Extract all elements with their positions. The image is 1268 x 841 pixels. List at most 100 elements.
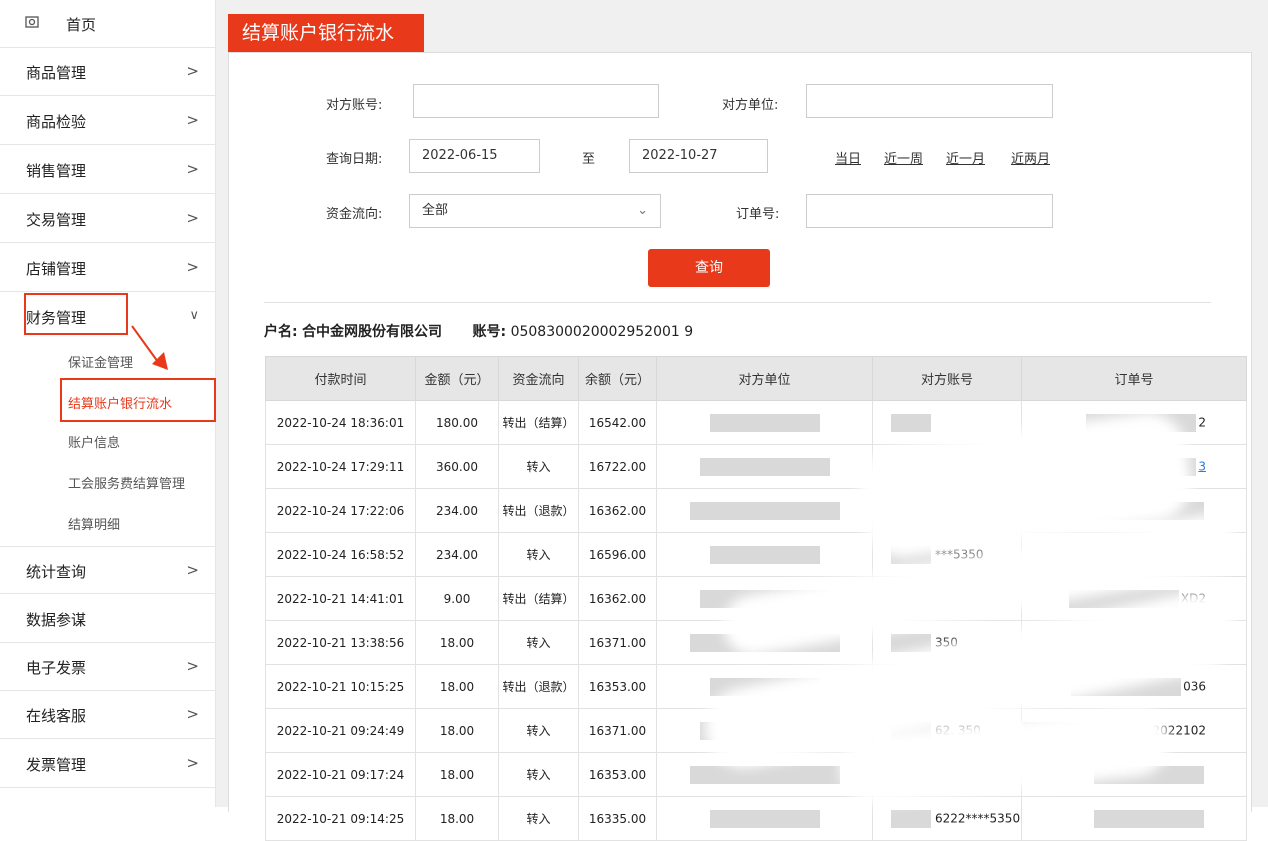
sidebar-item-label: 电子发票 [26, 659, 87, 677]
sidebar-item-stats[interactable]: 统计查询 > [0, 546, 215, 594]
account-info: 户名: 合中金网股份有限公司 账号: 0508300020002952001 9 [264, 321, 693, 341]
counter-unit-input[interactable] [806, 84, 1053, 118]
counter-unit-cell [656, 400, 873, 445]
sidebar-subitem-account-info[interactable]: 账户信息 [68, 432, 120, 451]
chevron-right-icon: > [186, 705, 199, 723]
order-link[interactable]: 036 [1183, 679, 1206, 693]
sidebar-item-invoice-mgmt[interactable]: 发票管理 > [0, 740, 215, 788]
sidebar-item-label: 销售管理 [26, 162, 87, 180]
sidebar-item-invoice[interactable]: 电子发票 > [0, 643, 215, 691]
sidebar-item-label: 商品检验 [26, 113, 87, 131]
order-input[interactable] [806, 194, 1053, 228]
quick-month-link[interactable]: 近一月 [946, 148, 985, 167]
sidebar-subitem-union-fee[interactable]: 工会服务费结算管理 [68, 473, 185, 492]
amount-cell: 18.00 [415, 752, 499, 797]
query-button[interactable]: 查询 [648, 249, 770, 287]
column-header: 订单号 [1021, 356, 1247, 401]
counter-unit-label: 对方单位: [722, 98, 779, 113]
time-cell: 2022-10-21 09:24:49 [265, 708, 416, 753]
amount-cell: 18.00 [415, 664, 499, 709]
column-header: 对方账号 [871, 356, 1023, 401]
quick-week-link[interactable]: 近一周 [884, 148, 923, 167]
sidebar-item-store[interactable]: 店铺管理 > [0, 244, 215, 292]
sidebar-item-label: 在线客服 [26, 707, 87, 725]
redacted-block [709, 413, 820, 432]
arrow-annotation-icon [131, 325, 168, 370]
account-number-label: 账号: [472, 324, 507, 340]
sidebar-subitem-deposit[interactable]: 保证金管理 [68, 352, 133, 371]
balance-cell: 16353.00 [578, 664, 657, 709]
sidebar-item-sales[interactable]: 销售管理 > [0, 146, 215, 194]
redacted-block [689, 765, 840, 784]
flow-label: 资金流向: [326, 207, 383, 222]
amount-cell: 18.00 [415, 708, 499, 753]
balance-cell: 16371.00 [578, 708, 657, 753]
chevron-right-icon: > [186, 657, 199, 675]
sidebar-item-home[interactable]: 首页 [0, 0, 215, 48]
date-to-input[interactable]: 2022-10-27 [629, 139, 768, 173]
flow-select[interactable]: 全部 ⌄ [409, 194, 661, 228]
sidebar-item-inspection[interactable]: 商品检验 > [0, 97, 215, 145]
quick-two-months-link[interactable]: 近两月 [1011, 148, 1050, 167]
account-number: 0508300020002952001 9 [510, 324, 694, 340]
balance-cell: 16722.00 [578, 444, 657, 489]
sidebar: 首页 商品管理 > 商品检验 > 销售管理 > 交易管理 > 店铺管理 > 财务… [0, 0, 216, 807]
column-header: 对方单位 [656, 356, 873, 401]
sidebar-item-trade[interactable]: 交易管理 > [0, 195, 215, 243]
time-cell: 2022-10-24 17:22:06 [265, 488, 416, 533]
order-link[interactable]: 2 [1198, 415, 1206, 429]
flow-cell: 转出（退款） [498, 488, 579, 533]
redacted-block [709, 545, 820, 564]
account-name: 合中金网股份有限公司 [302, 324, 443, 340]
chevron-right-icon: > [186, 160, 199, 178]
chevron-right-icon: > [186, 209, 199, 227]
page-title: 结算账户银行流水 [228, 14, 424, 52]
sidebar-item-label: 商品管理 [26, 64, 87, 82]
balance-cell: 16596.00 [578, 532, 657, 577]
chevron-right-icon: > [186, 62, 199, 80]
time-cell: 2022-10-24 17:29:11 [265, 444, 416, 489]
sidebar-item-label: 发票管理 [26, 756, 87, 774]
flow-cell: 转入 [498, 752, 579, 797]
flow-cell: 转出（结算） [498, 400, 579, 445]
flow-cell: 转入 [498, 620, 579, 665]
chevron-right-icon: > [186, 111, 199, 129]
chevron-right-icon: > [186, 258, 199, 276]
amount-cell: 360.00 [415, 444, 499, 489]
redacted-block [699, 457, 830, 476]
amount-cell: 18.00 [415, 620, 499, 665]
highlight-box [24, 293, 128, 335]
counter-unit-cell [656, 488, 873, 533]
amount-cell: 234.00 [415, 532, 499, 577]
column-header: 余额（元） [578, 356, 657, 401]
counter-unit-cell [656, 796, 873, 841]
flow-cell: 转入 [498, 708, 579, 753]
order-link[interactable]: 3 [1198, 459, 1206, 473]
flow-cell: 转出（结算） [498, 576, 579, 621]
amount-cell: 9.00 [415, 576, 499, 621]
sidebar-item-label: 数据参谋 [26, 611, 87, 629]
sidebar-item-data[interactable]: 数据参谋 [0, 595, 215, 643]
date-from-input[interactable]: 2022-06-15 [409, 139, 540, 173]
sidebar-item-service[interactable]: 在线客服 > [0, 691, 215, 739]
flow-cell: 转出（退款） [498, 664, 579, 709]
order-cell[interactable] [1021, 796, 1247, 841]
column-header: 付款时间 [265, 356, 416, 401]
balance-cell: 16542.00 [578, 400, 657, 445]
time-cell: 2022-10-24 18:36:01 [265, 400, 416, 445]
divider [264, 302, 1211, 303]
balance-cell: 16353.00 [578, 752, 657, 797]
sidebar-item-label: 统计查询 [26, 563, 87, 581]
date-label: 查询日期: [326, 152, 383, 167]
redacted-block [689, 501, 840, 520]
sidebar-subitem-settlement-detail[interactable]: 结算明细 [68, 514, 120, 533]
redacted-block [891, 809, 931, 828]
counter-account-input[interactable] [413, 84, 659, 118]
sidebar-item-goods[interactable]: 商品管理 > [0, 48, 215, 96]
redacted-block [709, 809, 820, 828]
quick-today-link[interactable]: 当日 [835, 148, 861, 167]
chevron-right-icon: > [186, 561, 199, 579]
flow-cell: 转入 [498, 796, 579, 841]
time-cell: 2022-10-21 09:14:25 [265, 796, 416, 841]
counter-account-text: 6222****5350 [935, 811, 1021, 825]
